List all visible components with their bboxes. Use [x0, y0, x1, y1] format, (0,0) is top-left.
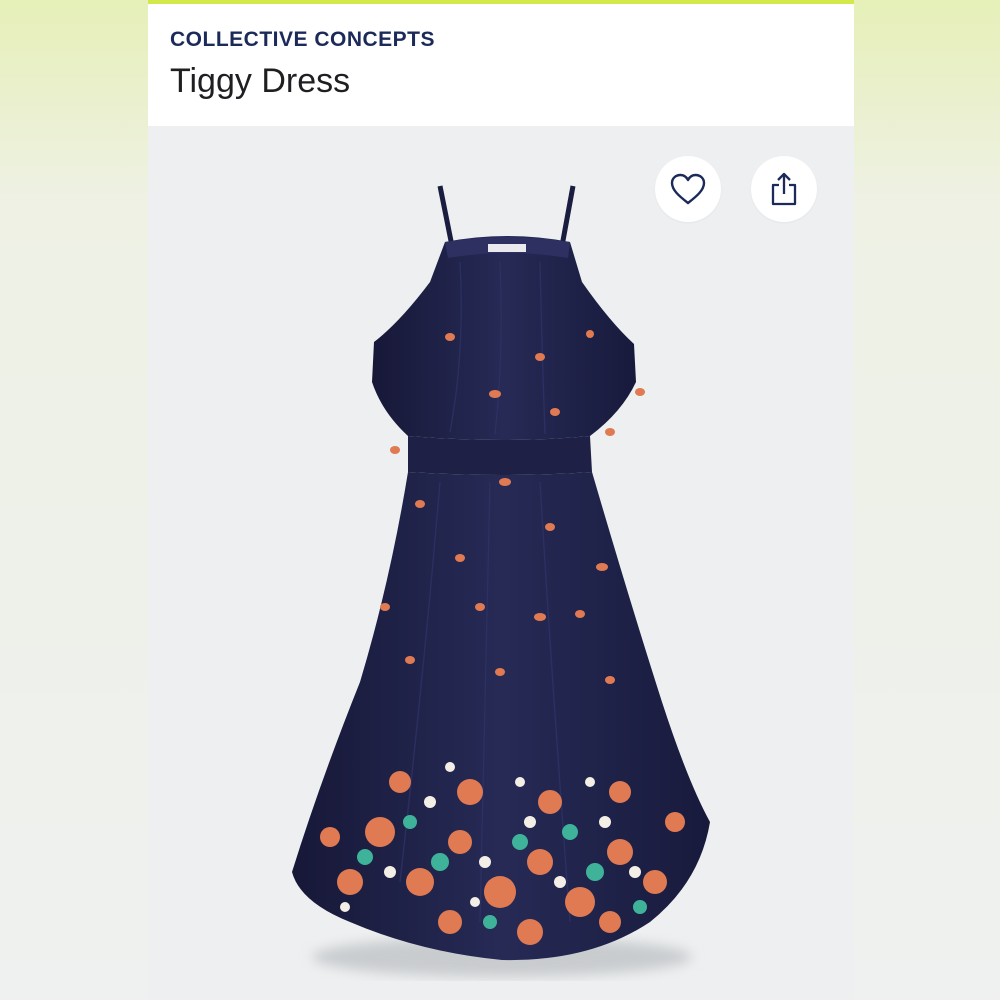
product-card: COLLECTIVE CONCEPTS Tiggy Dress	[148, 0, 854, 1000]
product-image-area[interactable]	[148, 126, 854, 1000]
brand-name[interactable]: COLLECTIVE CONCEPTS	[170, 28, 435, 52]
share-button[interactable]	[751, 156, 817, 222]
share-icon	[771, 172, 797, 206]
left-background	[0, 0, 148, 1000]
right-background	[854, 0, 1000, 1000]
dress-photo	[292, 185, 710, 977]
product-header: COLLECTIVE CONCEPTS Tiggy Dress	[148, 4, 854, 126]
product-title: Tiggy Dress	[170, 62, 351, 100]
